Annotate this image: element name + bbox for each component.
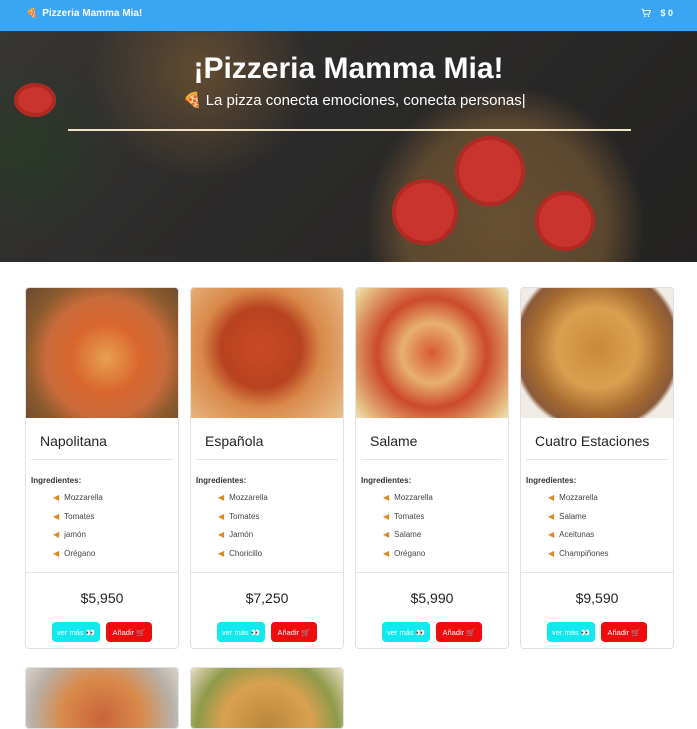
ingredient-item: ◀ Choricillo bbox=[218, 548, 263, 558]
ingredient-item: ◀ Mozzarella bbox=[383, 493, 433, 502]
ingredient-item: ◀ Mozzarella bbox=[53, 493, 103, 502]
brand-name: Pizzeria Mamma Mia! bbox=[42, 8, 143, 19]
pizza-slice-icon: ◀ bbox=[53, 548, 60, 558]
pizza-name: Cuatro Estaciones bbox=[535, 433, 650, 449]
ingredients-list: ◀ Mozzarella ◀ Tomates ◀ Salame ◀ Orégano bbox=[383, 493, 433, 567]
hero-title: ¡Pizzeria Mamma Mia! bbox=[193, 52, 504, 85]
pizza-slice-icon: ◀ bbox=[548, 493, 555, 502]
ingredient-item: ◀ Mozzarella bbox=[218, 493, 268, 502]
divider bbox=[196, 459, 338, 460]
ingredients-list: ◀ Mozzarella ◀ Salame ◀ Aceitunas ◀ Champiño… bbox=[548, 493, 609, 567]
tomato-decoration bbox=[455, 136, 525, 206]
ingredient-item: ◀ Jamón bbox=[218, 530, 254, 539]
pizza-card: Napolitana Ingredientes: ◀ Mozzarella ◀ To… bbox=[25, 287, 179, 649]
ingredient-item: ◀ Tomates bbox=[383, 511, 425, 521]
divider bbox=[356, 572, 508, 573]
ingredients-title: Ingredientes: bbox=[361, 476, 412, 485]
pizza-price: $9,590 bbox=[575, 590, 619, 606]
brand-link[interactable]: 🍕 Pizzeria Mamma Mia! bbox=[26, 8, 142, 19]
pizza-slice-icon: ◀ bbox=[218, 548, 225, 558]
pizza-card: Salame Ingredientes: ◀ Mozzarella ◀ Tomate… bbox=[355, 287, 509, 649]
pizza-name: Salame bbox=[370, 433, 418, 449]
divider bbox=[31, 459, 173, 460]
pizza-price: $7,250 bbox=[245, 590, 289, 606]
add-to-cart-button[interactable]: Añadir 🛒 bbox=[271, 622, 317, 642]
pizza-price: $5,950 bbox=[80, 590, 124, 606]
ingredient-item: ◀ Mozzarella bbox=[548, 493, 598, 502]
pizza-slice-icon: ◀ bbox=[383, 530, 390, 539]
ingredients-list: ◀ Mozzarella ◀ Tomates ◀ Jamón ◀ Choricillo bbox=[218, 493, 268, 567]
ingredient-item: ◀ Salame bbox=[383, 530, 422, 539]
hero-banner: ¡Pizzeria Mamma Mia! 🍕 La pizza conecta … bbox=[0, 31, 697, 262]
divider bbox=[191, 572, 343, 573]
pizza-icon: 🍕 bbox=[183, 92, 202, 109]
hero-subtitle-text: La pizza conecta emociones, conecta pers… bbox=[205, 91, 526, 109]
pizza-card bbox=[25, 667, 179, 729]
pizza-slice-icon: ◀ bbox=[53, 530, 60, 539]
pizza-image bbox=[191, 288, 343, 418]
cart-link[interactable]: $ 0 bbox=[641, 8, 673, 18]
see-more-button[interactable]: ver más 👀 bbox=[217, 622, 265, 642]
pizza-slice-icon: ◀ bbox=[383, 493, 390, 502]
pizza-icon: 🍕 bbox=[26, 8, 38, 18]
pizza-name: Napolitana bbox=[40, 433, 107, 449]
divider bbox=[526, 459, 668, 460]
pizza-slice-icon: ◀ bbox=[548, 530, 555, 539]
ingredient-item: ◀ jamón bbox=[53, 530, 86, 539]
pizza-slice-icon: ◀ bbox=[53, 511, 60, 521]
ingredient-item: ◀ Champiñones bbox=[548, 548, 609, 558]
ingredient-item: ◀ Salame bbox=[548, 511, 587, 521]
pizza-card: Española Ingredientes: ◀ Mozzarella ◀ Toma… bbox=[190, 287, 344, 649]
pizza-card bbox=[190, 667, 344, 729]
hero-divider bbox=[68, 129, 631, 131]
add-to-cart-button[interactable]: Añadir 🛒 bbox=[106, 622, 152, 642]
pizza-image bbox=[26, 668, 178, 728]
ingredients-title: Ingredientes: bbox=[196, 476, 247, 485]
ingredient-item: ◀ Tomates bbox=[218, 511, 260, 521]
divider bbox=[26, 572, 178, 573]
ingredients-title: Ingredientes: bbox=[526, 476, 577, 485]
pizza-image bbox=[26, 288, 178, 418]
see-more-button[interactable]: ver más 👀 bbox=[547, 622, 595, 642]
ingredient-item: ◀ Tomates bbox=[53, 511, 95, 521]
pizza-card: Cuatro Estaciones Ingredientes: ◀ Mozzare… bbox=[520, 287, 674, 649]
ingredient-item: ◀ Orégano bbox=[383, 548, 426, 558]
cart-total: $ 0 bbox=[660, 8, 673, 18]
pizza-slice-icon: ◀ bbox=[218, 530, 225, 539]
pizza-image bbox=[521, 288, 673, 418]
see-more-button[interactable]: ver más 👀 bbox=[52, 622, 100, 642]
pizza-slice-icon: ◀ bbox=[383, 548, 390, 558]
add-to-cart-button[interactable]: Añadir 🛒 bbox=[436, 622, 482, 642]
hero-subtitle: 🍕 La pizza conecta emociones, conecta pe… bbox=[183, 91, 526, 110]
ingredients-list: ◀ Mozzarella ◀ Tomates ◀ jamón ◀ Orégano bbox=[53, 493, 103, 567]
pizza-slice-icon: ◀ bbox=[383, 511, 390, 521]
pizza-price: $5,990 bbox=[410, 590, 454, 606]
pizza-slice-icon: ◀ bbox=[53, 493, 60, 502]
pizza-slice-icon: ◀ bbox=[218, 511, 225, 521]
pizza-image bbox=[356, 288, 508, 418]
add-to-cart-button[interactable]: Añadir 🛒 bbox=[601, 622, 647, 642]
pizza-name: Española bbox=[205, 433, 264, 449]
pizza-slice-icon: ◀ bbox=[548, 548, 555, 558]
pizza-image bbox=[191, 668, 343, 728]
cart-icon bbox=[642, 8, 652, 17]
tomato-decoration bbox=[14, 83, 56, 117]
divider bbox=[521, 572, 673, 573]
pizza-slice-icon: ◀ bbox=[548, 511, 555, 521]
pizza-slice-icon: ◀ bbox=[218, 493, 225, 502]
tomato-decoration bbox=[392, 179, 458, 245]
see-more-button[interactable]: ver más 👀 bbox=[382, 622, 430, 642]
ingredients-title: Ingredientes: bbox=[31, 476, 82, 485]
ingredient-item: ◀ Orégano bbox=[53, 548, 96, 558]
navbar: 🍕 Pizzeria Mamma Mia! $ 0 bbox=[0, 0, 697, 31]
divider bbox=[361, 459, 503, 460]
tomato-decoration bbox=[535, 191, 595, 251]
ingredient-item: ◀ Aceitunas bbox=[548, 530, 595, 539]
